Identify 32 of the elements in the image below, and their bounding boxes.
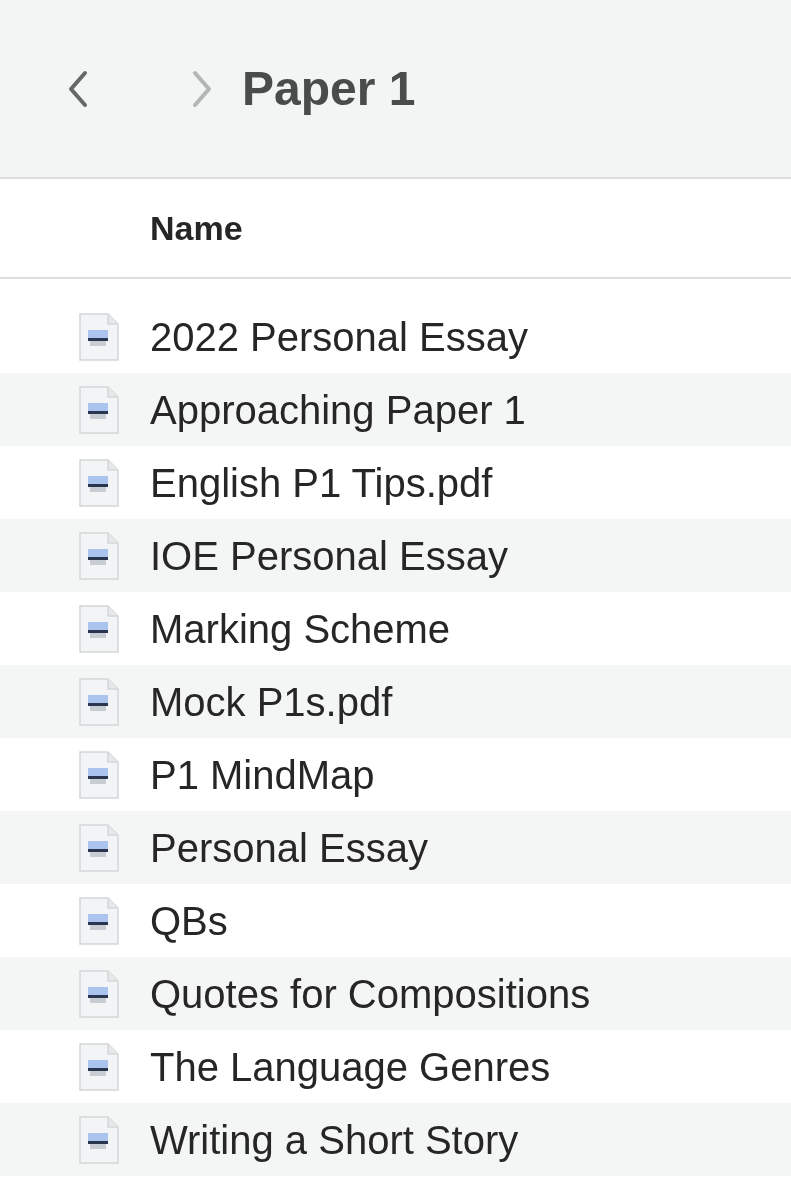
document-icon (76, 1041, 122, 1092)
file-name: 2022 Personal Essay (150, 313, 528, 361)
file-row[interactable]: Approaching Paper 1 (0, 373, 791, 446)
document-icon (76, 1114, 122, 1165)
document-icon (76, 676, 122, 727)
file-name: Approaching Paper 1 (150, 386, 526, 434)
file-row[interactable]: Writing a Short Story (0, 1103, 791, 1176)
file-name: QBs (150, 897, 228, 945)
file-row[interactable]: Personal Essay (0, 811, 791, 884)
file-row[interactable]: Quotes for Compositions (0, 957, 791, 1030)
document-icon (76, 384, 122, 435)
file-name: P1 MindMap (150, 751, 375, 799)
file-name: Quotes for Compositions (150, 970, 591, 1018)
document-icon (76, 530, 122, 581)
document-icon (76, 603, 122, 654)
document-icon (76, 968, 122, 1019)
document-icon (76, 311, 122, 362)
file-name: English P1 Tips.pdf (150, 459, 493, 507)
file-row[interactable]: IOE Personal Essay (0, 519, 791, 592)
document-icon (76, 822, 122, 873)
window-title: Paper 1 (242, 60, 416, 117)
document-icon (76, 749, 122, 800)
file-name: Writing a Short Story (150, 1116, 519, 1164)
document-icon (76, 895, 122, 946)
file-name: IOE Personal Essay (150, 532, 508, 580)
file-name: Mock P1s.pdf (150, 678, 393, 726)
file-name: Personal Essay (150, 824, 428, 872)
file-name: The Language Genres (150, 1043, 551, 1091)
file-name: Marking Scheme (150, 605, 451, 653)
file-row[interactable]: Mock P1s.pdf (0, 665, 791, 738)
column-header[interactable]: Name (150, 202, 243, 254)
document-icon (76, 457, 122, 508)
